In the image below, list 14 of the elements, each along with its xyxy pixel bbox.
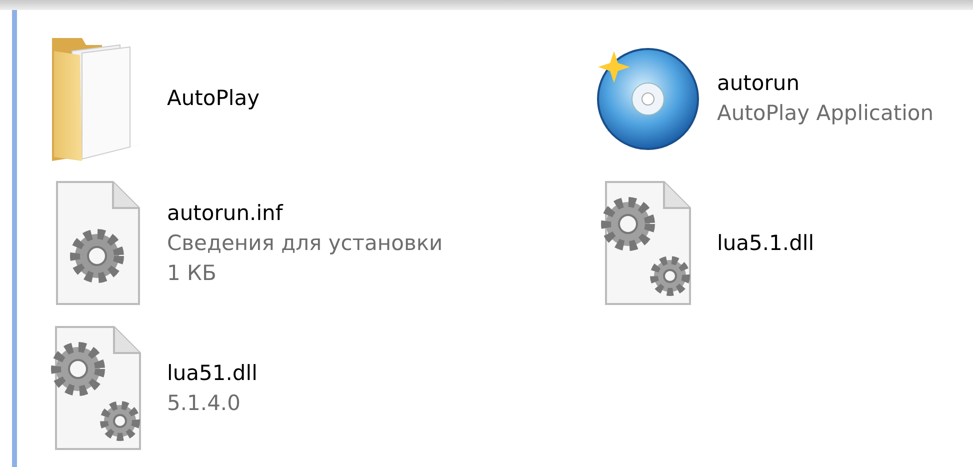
file-tile[interactable]: lua5.1.dll [587,175,973,310]
file-tile[interactable]: autorun AutoPlay Application [587,30,973,165]
file-detail: AutoPlay Application [717,100,934,124]
file-detail: 5.1.4.0 [167,390,242,414]
file-name: AutoPlay [167,86,260,110]
file-name: lua51.dll [167,360,258,384]
file-detail: Сведения для установки [167,230,443,254]
file-name: lua5.1.dll [717,230,814,254]
file-tile[interactable]: AutoPlay [37,30,587,165]
file-detail: 1 КБ [167,260,218,284]
file-tile[interactable]: autorun.inf Сведения для установки 1 КБ [37,175,587,310]
file-name: autorun [717,70,801,94]
file-name: autorun.inf [167,200,284,224]
file-tile[interactable]: lua51.dll 5.1.4.0 [37,320,587,455]
